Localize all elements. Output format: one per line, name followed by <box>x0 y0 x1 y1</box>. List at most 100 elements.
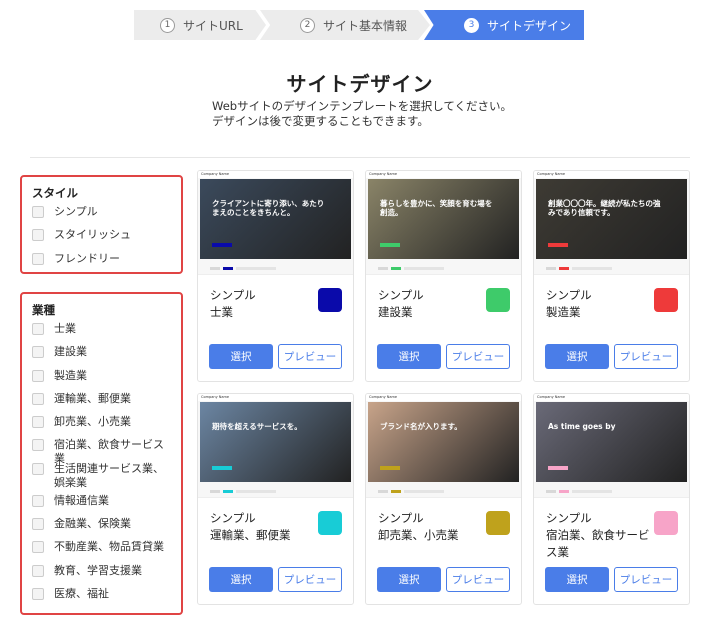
thumb-hero: 暮らしを豊かに、笑顔を育む場を創造。 <box>368 179 519 259</box>
page-description: Webサイトのデザインテンプレートを選択してください。 デザインは後で変更するこ… <box>212 99 512 129</box>
color-swatch <box>486 511 510 535</box>
preview-button[interactable]: プレビュー <box>446 567 510 592</box>
thumb-footer <box>210 267 276 270</box>
industry-option[interactable]: 士業 <box>32 322 171 345</box>
template-style: シンプル <box>210 288 256 302</box>
checkbox[interactable] <box>32 541 44 554</box>
thumb-company-name: Company Name <box>366 394 521 401</box>
template-name: シンプル 士業 <box>210 287 315 321</box>
color-swatch <box>654 511 678 535</box>
template-style: シンプル <box>546 511 592 525</box>
template-thumbnail: Company Name As time goes by <box>534 394 689 498</box>
thumb-hero-button <box>212 243 232 247</box>
description-line: デザインは後で変更することもできます。 <box>212 114 429 128</box>
step-number: 1 <box>160 17 175 33</box>
industry-filter-panel: 業種 士業 建設業 製造業 運輸業、郵便業 卸売業、小売業 宿泊業、飲食サービス… <box>20 292 183 615</box>
option-label: 卸売業、小売業 <box>54 415 131 429</box>
preview-button[interactable]: プレビュー <box>614 567 678 592</box>
template-style: シンプル <box>378 511 424 525</box>
progress-stepper: 1 サイトURL 2 サイト基本情報 3 サイトデザイン <box>134 10 585 40</box>
description-line: Webサイトのデザインテンプレートを選択してください。 <box>212 99 513 113</box>
color-swatch <box>318 288 342 312</box>
select-button[interactable]: 選択 <box>209 344 273 369</box>
style-option[interactable]: シンプル <box>32 205 171 228</box>
style-option[interactable]: スタイリッシュ <box>32 228 171 251</box>
template-name: シンプル運輸業、郵便業 <box>210 510 315 544</box>
template-card: Company Name 暮らしを豊かに、笑顔を育む場を創造。 シンプル 建設業 … <box>365 170 522 382</box>
template-industry: 運輸業、郵便業 <box>210 528 291 542</box>
thumb-hero-button <box>548 243 568 247</box>
step-site-url[interactable]: 1 サイトURL <box>134 10 266 40</box>
template-thumbnail: Company Name 創業〇〇〇年。継続が私たちの強みであり信頼です。 <box>534 171 689 275</box>
template-style: シンプル <box>210 511 256 525</box>
industry-option[interactable]: 建設業 <box>32 345 171 368</box>
thumb-footer <box>378 267 444 270</box>
checkbox[interactable] <box>32 494 44 507</box>
color-swatch <box>654 288 678 312</box>
industry-option[interactable]: 生活関連サービス業、娯楽業 <box>32 462 171 494</box>
template-name: シンプル 卸売業、小売業 <box>378 510 483 544</box>
step-label: サイト基本情報 <box>323 18 408 33</box>
industry-option[interactable]: 不動産業、物品賃貸業 <box>32 540 171 563</box>
template-name: シンプル宿泊業、飲食サービス業 <box>546 510 651 561</box>
thumb-hero: 期待を超えるサービスを。 <box>200 402 351 482</box>
preview-button[interactable]: プレビュー <box>278 344 342 369</box>
industry-option[interactable]: 教育、学習支援業 <box>32 564 171 587</box>
select-button[interactable]: 選択 <box>209 567 273 592</box>
checkbox[interactable] <box>32 518 44 531</box>
thumb-hero: ブランド名が入ります。 <box>368 402 519 482</box>
checkbox[interactable] <box>32 206 44 218</box>
thumb-company-name: Company Name <box>198 394 353 401</box>
industry-option[interactable]: 金融業、保険業 <box>32 517 171 540</box>
industry-option[interactable]: 運輸業、郵便業 <box>32 392 171 415</box>
preview-button[interactable]: プレビュー <box>278 567 342 592</box>
checkbox[interactable] <box>32 439 44 452</box>
checkbox[interactable] <box>32 323 44 335</box>
checkbox[interactable] <box>32 229 44 242</box>
industry-option[interactable]: 情報通信業 <box>32 494 171 517</box>
thumb-hero-text: クライアントに寄り添い、あたりまえのことをきちんと。 <box>212 199 325 217</box>
checkbox[interactable] <box>32 392 44 405</box>
template-industry: 士業 <box>210 305 233 319</box>
checkbox[interactable] <box>32 252 44 265</box>
page-title: サイトデザイン <box>286 72 434 96</box>
select-button[interactable]: 選択 <box>377 344 441 369</box>
option-label: 教育、学習支援業 <box>54 563 142 577</box>
preview-button[interactable]: プレビュー <box>446 344 510 369</box>
template-industry: 宿泊業、飲食サービス業 <box>546 528 650 559</box>
thumb-footer <box>546 490 612 493</box>
thumb-hero-button <box>380 243 400 247</box>
step-site-info[interactable]: 2 サイト基本情報 <box>260 10 430 40</box>
thumb-hero-text: As time goes by <box>548 422 616 431</box>
industry-option[interactable]: 製造業 <box>32 369 171 392</box>
checkbox[interactable] <box>32 564 44 577</box>
industry-option[interactable]: 医療、福祉 <box>32 587 171 610</box>
option-label: 生活関連サービス業、娯楽業 <box>54 461 164 489</box>
checkbox[interactable] <box>32 369 44 382</box>
checkbox[interactable] <box>32 462 44 475</box>
thumb-company-name: Company Name <box>534 171 689 178</box>
checkbox[interactable] <box>32 346 44 359</box>
option-label: 士業 <box>54 322 76 335</box>
checkbox[interactable] <box>32 416 44 429</box>
divider <box>30 157 690 158</box>
thumb-hero: クライアントに寄り添い、あたりまえのことをきちんと。 <box>200 179 351 259</box>
style-option[interactable]: フレンドリー <box>32 252 171 275</box>
thumb-hero-text: 暮らしを豊かに、笑顔を育む場を創造。 <box>380 199 493 217</box>
select-button[interactable]: 選択 <box>377 567 441 592</box>
industry-option[interactable]: 宿泊業、飲食サービス業 <box>32 438 171 465</box>
thumb-hero: As time goes by <box>536 402 687 482</box>
template-thumbnail: Company Name 期待を超えるサービスを。 <box>198 394 353 498</box>
select-button[interactable]: 選択 <box>545 567 609 592</box>
option-label: 情報通信業 <box>54 493 109 507</box>
option-label: 医療、福祉 <box>54 586 109 600</box>
checkbox[interactable] <box>32 587 44 600</box>
select-button[interactable]: 選択 <box>545 344 609 369</box>
industry-option[interactable]: 卸売業、小売業 <box>32 415 171 438</box>
thumb-hero-button <box>380 466 400 470</box>
step-site-design[interactable]: 3 サイトデザイン <box>424 10 584 40</box>
preview-button[interactable]: プレビュー <box>614 344 678 369</box>
thumb-hero: 創業〇〇〇年。継続が私たちの強みであり信頼です。 <box>536 179 687 259</box>
thumb-hero-text: ブランド名が入ります。 <box>380 422 462 431</box>
template-thumbnail: Company Name ブランド名が入ります。 <box>366 394 521 498</box>
